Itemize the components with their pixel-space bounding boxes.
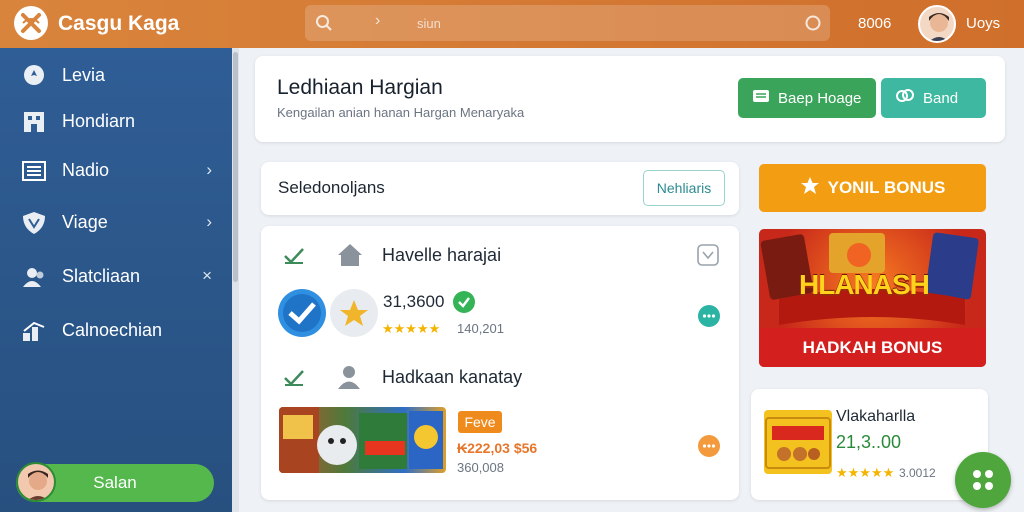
product-image — [764, 410, 832, 474]
star-badge-icon — [329, 288, 379, 343]
search-input[interactable] — [417, 11, 797, 35]
check-icon — [283, 246, 305, 269]
close-icon: × — [202, 266, 212, 285]
star-icon — [800, 176, 820, 201]
more-options-icon[interactable] — [697, 304, 721, 333]
status-badge: Feve — [458, 411, 502, 433]
item-count: 140,201 — [457, 321, 504, 336]
primary-action-label: Baep Hoage — [778, 89, 862, 107]
promo-image[interactable]: HLANASH HADKAH BONUS — [759, 229, 986, 367]
check-circle-icon — [452, 290, 476, 319]
sidebar: Levia Hondiarn Nadio › Viage › Slatcliaa… — [0, 48, 239, 512]
primary-action-button[interactable]: Baep Hoage — [738, 78, 876, 118]
promo-image-text: HLANASH — [799, 269, 930, 300]
rating-stars: ★★★★★ — [836, 465, 895, 480]
sidebar-item-hondiarn[interactable]: Hondiarn — [0, 100, 232, 144]
people-icon — [22, 265, 48, 289]
sidebar-item-label: Calnoechian — [62, 320, 163, 340]
chevron-right-icon: › — [206, 212, 212, 231]
sidebar-scrollbar[interactable] — [233, 52, 238, 282]
check-icon — [283, 368, 305, 391]
sidebar-item-levia[interactable]: Levia — [0, 54, 232, 98]
user-avatar[interactable] — [918, 5, 956, 43]
sidebar-item-viage[interactable]: Viage › — [0, 201, 232, 245]
grid-icon — [973, 470, 993, 490]
home-icon — [335, 242, 365, 273]
chevron-right-icon: › — [375, 12, 381, 29]
sidebar-item-label: Slatcliaan — [62, 266, 141, 286]
search-icon[interactable] — [315, 14, 333, 37]
search-bar[interactable]: › — [305, 5, 830, 41]
product-name: Vlakaharlla — [836, 408, 916, 425]
bonus-banner-button[interactable]: YONIL BONUS — [759, 164, 986, 212]
filter-button[interactable]: Nehliaris — [643, 170, 725, 206]
sidebar-item-label: Viage — [62, 212, 108, 232]
item-price: ₭222,03 $56 — [457, 440, 538, 456]
product-card[interactable]: Vlakaharlla 21,3..00 ★★★★★ 3.0012 — [751, 389, 988, 500]
shield-icon — [22, 211, 48, 235]
chevron-right-icon: › — [206, 160, 212, 179]
sidebar-item-calnoechian[interactable]: Calnoechian — [0, 309, 232, 353]
filter-label: Seledonoljans — [278, 178, 385, 197]
bonus-banner-label: YONIL BONUS — [827, 178, 946, 197]
building-icon — [22, 110, 48, 134]
item-price: 31,3600 — [383, 292, 445, 311]
top-bar: Casgu Kaga › 8006 Uoys — [0, 0, 1024, 48]
notification-count[interactable]: 8006 — [858, 15, 891, 32]
location-pin-icon — [22, 64, 48, 88]
product-price: 21,3..00 — [836, 432, 902, 452]
expand-icon[interactable] — [697, 244, 719, 271]
content-list: Havelle harajai 31,3600 ★★★★★ 140,201 Ha… — [261, 226, 739, 500]
logo-icon[interactable] — [14, 6, 48, 40]
refresh-icon[interactable] — [804, 14, 822, 37]
product-count: 3.0012 — [899, 466, 936, 480]
floating-action-button[interactable] — [955, 452, 1011, 508]
promo-footer[interactable]: HADKAH BONUS — [759, 328, 986, 367]
list-icon — [22, 159, 48, 183]
app-title: Casgu Kaga — [58, 12, 180, 35]
product-thumbnail[interactable] — [279, 407, 446, 473]
section-title: Havelle harajai — [382, 245, 502, 265]
user-icon — [337, 364, 361, 395]
more-options-icon[interactable] — [697, 434, 721, 463]
sidebar-item-label: Nadio — [62, 160, 110, 180]
link-icon — [895, 87, 915, 109]
item-count: 360,008 — [457, 460, 504, 475]
page-title: Ledhiaan Hargian — [277, 76, 443, 99]
chart-icon — [22, 319, 48, 343]
secondary-action-label: Band — [923, 89, 959, 107]
rating-stars: ★★★★★ — [382, 321, 441, 336]
section-title: Hadkaan kanatay — [382, 367, 523, 387]
wallet-icon — [752, 88, 770, 108]
sidebar-item-label: Hondiarn — [62, 111, 136, 131]
page-subtitle: Kengailan anian hanan Hargan Menaryaka — [277, 105, 525, 120]
avatar[interactable] — [16, 462, 56, 502]
filter-bar: Seledonoljans Nehliaris — [261, 162, 739, 215]
sidebar-item-label: Levia — [62, 65, 106, 85]
verified-badge-icon — [277, 288, 327, 343]
sidebar-item-nadio[interactable]: Nadio › — [0, 149, 232, 193]
sidebar-item-slatcliaan[interactable]: Slatcliaan × — [0, 255, 232, 299]
secondary-action-button[interactable]: Band — [881, 78, 986, 118]
username[interactable]: Uoys — [966, 15, 1000, 32]
